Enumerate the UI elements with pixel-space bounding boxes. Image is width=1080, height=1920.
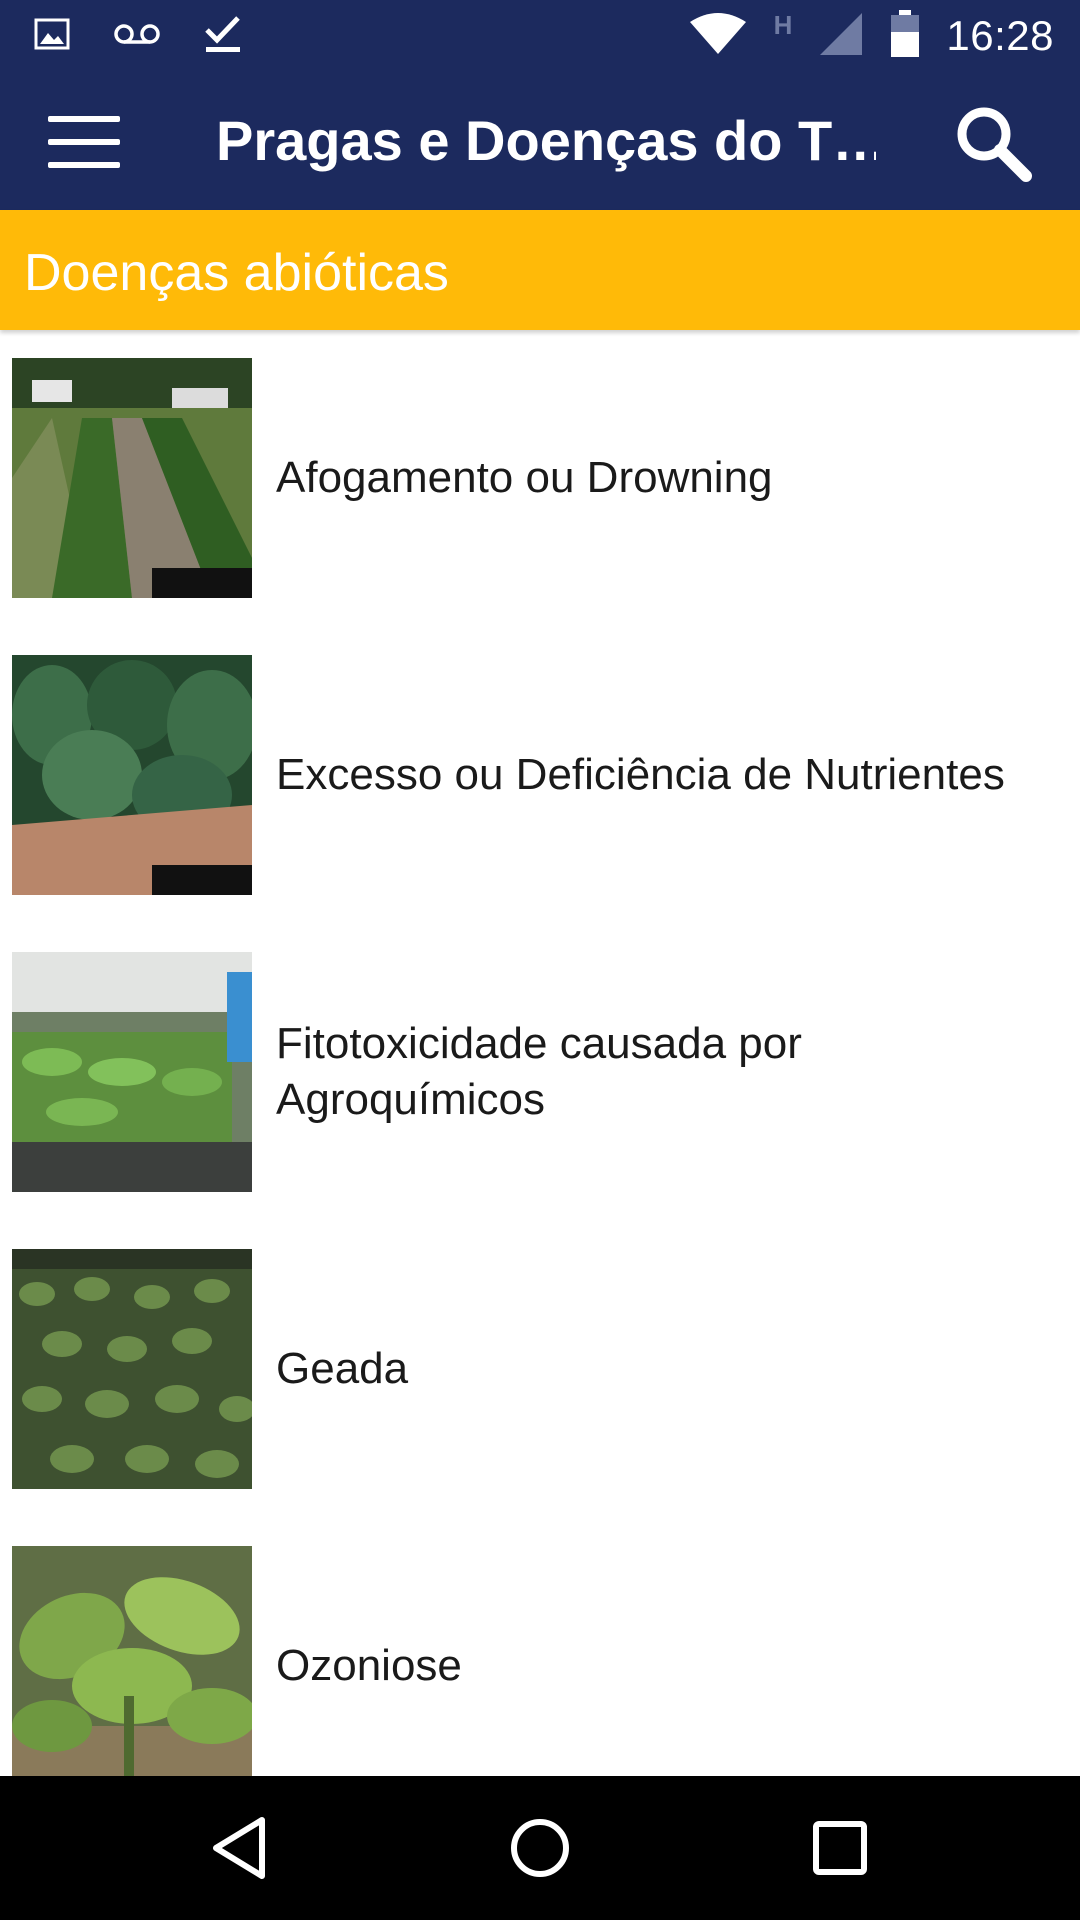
screen: H 16:28 Pragas e Doenças do T… Doenças a…	[0, 0, 1080, 1920]
list-item-geada[interactable]: Geada	[0, 1221, 1080, 1518]
thumbnail-image	[12, 655, 252, 895]
home-icon[interactable]	[490, 1798, 590, 1898]
item-label: Afogamento ou Drowning	[276, 453, 773, 502]
item-label: Fitotoxicidade causada por Agroquímicos	[276, 1019, 802, 1124]
battery-icon	[890, 9, 920, 63]
voicemail-icon	[114, 22, 160, 51]
hamburger-menu-icon[interactable]	[48, 116, 120, 168]
thumbnail-image	[12, 1546, 252, 1776]
thumbnail-image	[12, 952, 252, 1192]
wifi-icon	[688, 12, 748, 61]
signal-icon	[818, 11, 864, 62]
list-item-fitotoxicidade[interactable]: Fitotoxicidade causada por Agroquímicos	[0, 924, 1080, 1221]
app-title: Pragas e Doenças do T…	[216, 109, 876, 172]
item-label: Ozoniose	[276, 1641, 462, 1690]
section-header: Doenças abióticas	[0, 210, 1080, 330]
search-icon[interactable]	[952, 102, 1036, 186]
navigation-bar	[0, 1776, 1080, 1920]
list-item-ozoniose[interactable]: Ozoniose	[0, 1518, 1080, 1776]
recents-icon[interactable]	[790, 1798, 890, 1898]
image-icon	[34, 18, 70, 55]
thumbnail-image	[12, 1249, 252, 1489]
app-bar: Pragas e Doenças do T…	[0, 72, 1080, 210]
item-label: Excesso ou Deficiência de Nutrientes	[276, 750, 1005, 799]
section-title: Doenças abióticas	[24, 244, 449, 302]
disease-list: Afogamento ou Drowning Excesso ou Defici…	[0, 330, 1080, 1776]
check-icon	[204, 14, 242, 59]
list-item-excesso-deficiencia[interactable]: Excesso ou Deficiência de Nutrientes	[0, 627, 1080, 924]
thumbnail-image	[12, 358, 252, 598]
item-label: Geada	[276, 1344, 409, 1393]
status-bar: H 16:28	[0, 0, 1080, 72]
clock: 16:28	[946, 12, 1054, 59]
list-item-afogamento[interactable]: Afogamento ou Drowning	[0, 330, 1080, 627]
back-icon[interactable]	[190, 1798, 290, 1898]
status-bar-right: H 16:28	[688, 0, 1054, 72]
network-type-label: H	[773, 9, 793, 40]
status-bar-left	[34, 0, 242, 72]
